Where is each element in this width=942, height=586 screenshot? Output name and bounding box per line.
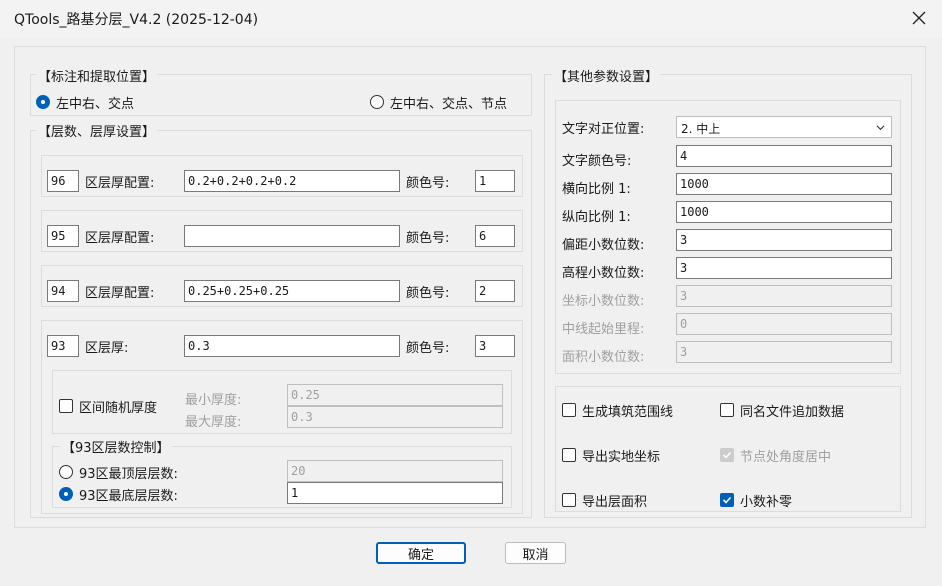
color-number-label: 颜色号: [406,176,450,191]
radio-bottom-layer-count[interactable] [59,487,73,501]
append-data-checkbox[interactable] [720,403,734,417]
layer-thickness-input[interactable] [184,225,400,247]
max-thickness-input[interactable]: 0.3 [287,406,503,428]
min-thickness-label: 最小厚度: [185,393,242,408]
other-params-title: 【其他参数设置】 [552,66,661,85]
radio-top-layer-count[interactable] [59,465,73,479]
color-number-input[interactable]: 2 [475,280,515,302]
checkmark-icon [722,496,732,504]
radio-label-option-2[interactable] [370,95,384,109]
fill-boundary-label[interactable]: 生成填筑范围线 [582,401,673,420]
ok-button[interactable]: 确定 [376,542,466,564]
label-position-title: 【标注和提取位置】 [36,66,158,85]
layer-thickness-label: 区层厚配置: [85,286,155,301]
title-bar: QTools_路基分层_V4.2 (2025-12-04) [0,0,942,38]
layer-thickness-input[interactable]: 0.2+0.2+0.2+0.2 [184,170,400,192]
node-angle-center-label: 节点处角度居中 [740,450,832,465]
chevron-down-icon [876,125,885,131]
layer-thickness-label: 区层厚配置: [85,231,155,246]
bottom-layer-count-label[interactable]: 93区最底层层数: [79,485,178,504]
coordinate-decimals-input[interactable]: 3 [676,285,892,307]
color-number-input[interactable]: 1 [475,170,515,192]
text-color-label: 文字颜色号: [562,154,632,169]
close-button[interactable] [896,0,942,36]
color-number-label: 颜色号: [406,286,450,301]
start-chainage-input[interactable]: 0 [676,313,892,335]
area-decimals-input[interactable]: 3 [676,341,892,363]
color-number-input[interactable]: 6 [475,225,515,247]
text-align-label: 文字对正位置: [562,122,645,137]
layer-thickness-label: 区层厚: [85,341,129,356]
vertical-scale-input[interactable]: 1000 [676,201,892,223]
export-coords-checkbox[interactable] [562,448,576,462]
label-option-2-text[interactable]: 左中右、交点、节点 [390,93,507,112]
color-number-label: 颜色号: [406,231,450,246]
layer-thickness-input[interactable]: 0.3 [184,335,400,357]
color-number-label: 颜色号: [406,341,450,356]
min-thickness-input[interactable]: 0.25 [287,384,503,406]
start-chainage-label: 中线起始里程: [562,322,645,337]
coordinate-decimals-label: 坐标小数位数: [562,294,645,309]
random-thickness-label[interactable]: 区间随机厚度 [79,397,157,416]
zone-number-field[interactable]: 94 [47,280,79,302]
vertical-scale-label: 纵向比例 1: [562,210,631,225]
layer-count-control-title: 【93区层数控制】 [60,437,172,456]
color-number-input[interactable]: 3 [475,335,515,357]
layer-thickness-input[interactable]: 0.25+0.25+0.25 [184,280,400,302]
random-thickness-checkbox[interactable] [59,399,73,413]
zone-number-field[interactable]: 93 [47,335,79,357]
max-thickness-label: 最大厚度: [185,415,242,430]
horizontal-scale-input[interactable]: 1000 [676,173,892,195]
window-title: QTools_路基分层_V4.2 (2025-12-04) [14,12,259,28]
close-icon [912,11,926,25]
radio-label-option-1[interactable] [36,95,50,109]
pad-decimals-checkbox[interactable] [720,493,734,507]
offset-decimals-input[interactable]: 3 [676,229,892,251]
fill-boundary-checkbox[interactable] [562,403,576,417]
horizontal-scale-label: 横向比例 1: [562,182,631,197]
zone-number-field[interactable]: 96 [47,170,79,192]
text-align-select[interactable]: 2. 中上 [676,116,892,138]
node-angle-center-checkbox[interactable] [720,448,734,462]
top-layer-count-label[interactable]: 93区最顶层层数: [79,463,178,482]
layer-settings-title: 【层数、层厚设置】 [36,121,158,140]
cancel-button[interactable]: 取消 [505,542,566,564]
pad-decimals-label[interactable]: 小数补零 [740,491,792,510]
text-align-value: 2. 中上 [681,122,721,136]
label-option-1-text[interactable]: 左中右、交点 [56,93,134,112]
bottom-layer-count-input[interactable]: 1 [287,482,503,504]
export-coords-label[interactable]: 导出实地坐标 [582,446,660,465]
offset-decimals-label: 偏距小数位数: [562,238,645,253]
export-layer-area-label[interactable]: 导出层面积 [582,491,647,510]
area-decimals-label: 面积小数位数: [562,350,645,365]
top-layer-count-input[interactable]: 20 [287,460,503,482]
elevation-decimals-label: 高程小数位数: [562,266,645,281]
append-data-label[interactable]: 同名文件追加数据 [740,401,844,420]
text-color-input[interactable]: 4 [676,145,892,167]
checkmark-icon [722,451,732,459]
layer-thickness-label: 区层厚配置: [85,176,155,191]
zone-number-field[interactable]: 95 [47,225,79,247]
elevation-decimals-input[interactable]: 3 [676,257,892,279]
export-layer-area-checkbox[interactable] [562,493,576,507]
